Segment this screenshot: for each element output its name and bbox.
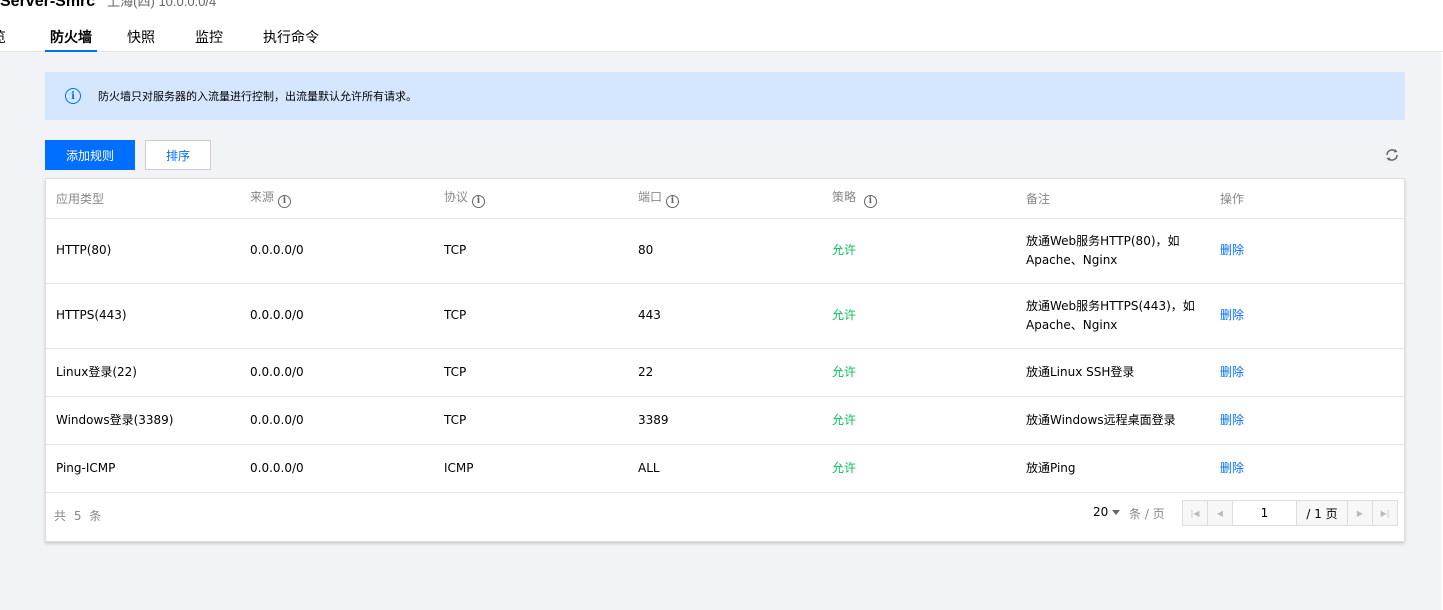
cell-action: 删除 (1210, 348, 1404, 397)
cell-port: 80 (628, 218, 822, 284)
col-policy: 策略 i (822, 179, 1016, 219)
next-page-icon[interactable]: ▶ (1347, 501, 1372, 525)
table-row: HTTPS(443) 0.0.0.0/0 TCP 443 允许 放通Web服务H… (46, 283, 1404, 349)
help-icon[interactable]: i (472, 195, 486, 209)
info-icon: i (65, 88, 81, 104)
delete-link[interactable]: 删除 (1220, 365, 1244, 379)
cell-action: 删除 (1210, 444, 1404, 493)
cell-source: 0.0.0.0/0 (240, 348, 434, 397)
tab-firewall[interactable]: 防火墙 (45, 27, 97, 52)
cell-source: 0.0.0.0/0 (240, 283, 434, 349)
last-page-icon[interactable]: ▶| (1372, 501, 1397, 525)
page-input[interactable] (1233, 501, 1297, 525)
cell-policy: 允许 (822, 396, 1016, 445)
add-rule-button[interactable]: 添加规则 (45, 140, 135, 170)
refresh-icon[interactable] (1384, 147, 1400, 163)
table-row: Linux登录(22) 0.0.0.0/0 TCP 22 允许 放通Linux … (46, 348, 1404, 397)
cell-policy: 允许 (822, 348, 1016, 397)
help-icon[interactable]: i (278, 195, 292, 209)
rules-table: 应用类型 来源 i 协议 i 端口 i 策略 i 备注 操作 HTTP(80) 0.0… (46, 179, 1404, 493)
cell-note: 放通Windows远程桌面登录 (1016, 396, 1210, 445)
caret-down-icon (1112, 510, 1121, 515)
cell-port: 22 (628, 348, 822, 397)
total-pages: / 1 页 (1297, 501, 1347, 525)
cell-note: 放通Linux SSH登录 (1016, 348, 1210, 397)
cell-source: 0.0.0.0/0 (240, 444, 434, 493)
tab-overview[interactable]: 概览 (0, 27, 6, 52)
delete-link[interactable]: 删除 (1220, 308, 1244, 322)
cell-source: 0.0.0.0/0 (240, 396, 434, 445)
cell-policy: 允许 (822, 283, 1016, 349)
total-count: 共 5 条 (54, 509, 104, 523)
col-source: 来源 i (240, 179, 434, 219)
cell-app: Ping-ICMP (46, 444, 240, 493)
cell-note: 放通Ping (1016, 444, 1210, 493)
col-action: 操作 (1210, 179, 1404, 219)
tab-monitor[interactable]: 监控 (195, 27, 223, 52)
firewall-rules-panel: 应用类型 来源 i 协议 i 端口 i 策略 i 备注 操作 HTTP(80) 0.0… (45, 178, 1405, 542)
table-row: HTTP(80) 0.0.0.0/0 TCP 80 允许 放通Web服务HTTP… (46, 218, 1404, 284)
col-protocol: 协议 i (434, 179, 628, 219)
cell-protocol: TCP (434, 283, 628, 349)
page-size-select[interactable]: 20 (1093, 505, 1121, 519)
cell-port: ALL (628, 444, 822, 493)
cell-policy: 允许 (822, 218, 1016, 284)
cell-port: 3389 (628, 396, 822, 445)
info-notice: i 防火墙只对服务器的入流量进行控制，出流量默认允许所有请求。 (45, 72, 1405, 120)
cell-policy: 允许 (822, 444, 1016, 493)
help-icon[interactable]: i (666, 195, 680, 209)
cell-port: 443 (628, 283, 822, 349)
server-name: Server-Smrc (0, 0, 96, 9)
pager: |◀ ◀ / 1 页 ▶ ▶| (1182, 500, 1398, 526)
cell-app: Linux登录(22) (46, 348, 240, 397)
top-bar: Server-Smrc 上海(四) 10.0.0.0/4 概览 防火墙 快照 监控… (0, 0, 1443, 52)
tab-snapshot[interactable]: 快照 (127, 27, 155, 52)
delete-link[interactable]: 删除 (1220, 461, 1244, 475)
cell-protocol: ICMP (434, 444, 628, 493)
col-note: 备注 (1016, 179, 1210, 219)
notice-text: 防火墙只对服务器的入流量进行控制，出流量默认允许所有请求。 (98, 90, 417, 103)
per-page-label: 条 / 页 (1129, 507, 1165, 521)
page-title: Server-Smrc 上海(四) 10.0.0.0/4 (0, 0, 216, 9)
delete-link[interactable]: 删除 (1220, 243, 1244, 257)
server-region: 上海(四) 10.0.0.0/4 (107, 0, 217, 9)
cell-action: 删除 (1210, 283, 1404, 349)
col-port: 端口 i (628, 179, 822, 219)
cell-note: 放通Web服务HTTPS(443)，如Apache、Nginx (1016, 283, 1210, 349)
sort-button[interactable]: 排序 (145, 140, 211, 170)
table-row: Windows登录(3389) 0.0.0.0/0 TCP 3389 允许 放通… (46, 396, 1404, 445)
cell-app: HTTPS(443) (46, 283, 240, 349)
cell-protocol: TCP (434, 348, 628, 397)
cell-protocol: TCP (434, 396, 628, 445)
delete-link[interactable]: 删除 (1220, 413, 1244, 427)
table-row: Ping-ICMP 0.0.0.0/0 ICMP ALL 允许 放通Ping 删… (46, 444, 1404, 493)
cell-source: 0.0.0.0/0 (240, 218, 434, 284)
cell-action: 删除 (1210, 396, 1404, 445)
cell-app: HTTP(80) (46, 218, 240, 284)
table-header-row: 应用类型 来源 i 协议 i 端口 i 策略 i 备注 操作 (46, 179, 1404, 219)
cell-app: Windows登录(3389) (46, 396, 240, 445)
prev-page-icon[interactable]: ◀ (1208, 501, 1233, 525)
cell-protocol: TCP (434, 218, 628, 284)
table-footer: 共 5 条 20 条 / 页 |◀ ◀ / 1 页 ▶ ▶| (46, 492, 1404, 542)
help-icon[interactable]: i (863, 195, 877, 209)
col-app-type: 应用类型 (46, 179, 240, 219)
first-page-icon[interactable]: |◀ (1183, 501, 1208, 525)
cell-note: 放通Web服务HTTP(80)，如Apache、Nginx (1016, 218, 1210, 284)
tab-run-command[interactable]: 执行命令 (263, 27, 319, 52)
cell-action: 删除 (1210, 218, 1404, 284)
